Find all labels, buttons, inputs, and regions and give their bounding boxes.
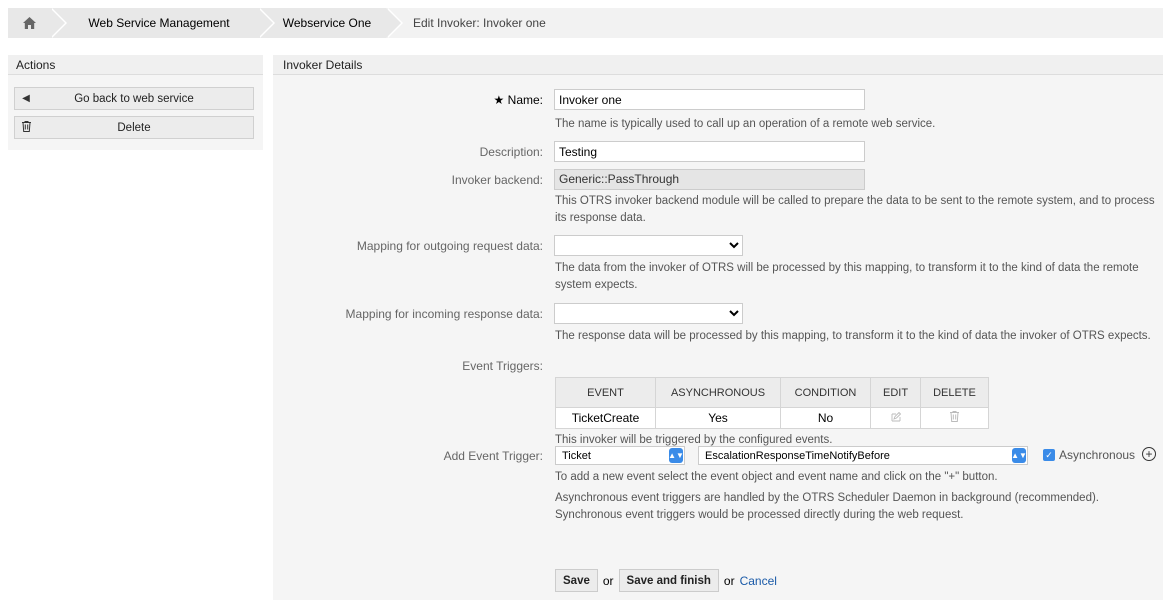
event-triggers-label: Event Triggers: [462, 359, 543, 373]
caret-left-icon: ◀ [22, 93, 30, 104]
event-name-value: EscalationResponseTimeNotifyBefore [705, 449, 890, 462]
trash-icon[interactable] [949, 411, 959, 425]
delete-label: Delete [117, 121, 151, 134]
table-row: TicketCreate Yes No [555, 407, 989, 429]
mapping-outgoing-help-line1: The data from the invoker of OTRS will b… [555, 262, 1139, 274]
async-help-line1: Asynchronous event triggers are handled … [555, 492, 1099, 504]
asynchronous-checkbox[interactable]: ✓ Asynchronous [1043, 448, 1135, 462]
breadcrumb-home[interactable] [8, 8, 67, 38]
backend-help-line2: its response data. [555, 212, 646, 224]
breadcrumb-web-service-management[interactable]: Web Service Management [50, 8, 275, 38]
add-event-trigger-label: Add Event Trigger: [443, 449, 543, 463]
column-header-delete: DELETE [920, 377, 989, 408]
column-header-asynchronous: ASYNCHRONOUS [655, 377, 781, 408]
add-event-help: To add a new event select the event obje… [555, 471, 998, 483]
breadcrumb: Web Service Management Webservice One Ed… [8, 8, 1163, 38]
breadcrumb-webservice-one[interactable]: Webservice One [258, 8, 403, 38]
event-triggers-table: EVENT ASYNCHRONOUS CONDITION EDIT DELETE… [555, 377, 989, 429]
chevron-updown-icon: ▲▼ [668, 448, 684, 463]
go-back-button[interactable]: ◀ Go back to web service [14, 87, 254, 110]
home-icon [22, 17, 36, 29]
description-label: Description: [479, 145, 543, 159]
save-and-finish-button[interactable]: Save and finish [618, 569, 719, 592]
name-help: The name is typically used to call up an… [555, 118, 936, 130]
column-header-event: EVENT [555, 377, 656, 408]
chevron-updown-icon: ▲▼ [1011, 448, 1027, 463]
edit-icon[interactable] [891, 411, 901, 425]
mapping-outgoing-select[interactable] [554, 235, 743, 256]
asynchronous-label: Asynchronous [1059, 448, 1136, 462]
backend-help-line1: This OTRS invoker backend module will be… [555, 195, 1155, 207]
table-header-row: EVENT ASYNCHRONOUS CONDITION EDIT DELETE [555, 377, 989, 408]
column-header-edit: EDIT [869, 377, 922, 408]
async-help-line2: Synchronous event triggers would be proc… [555, 509, 964, 521]
invoker-details-title: Invoker Details [273, 55, 1163, 75]
event-object-select[interactable]: Ticket ▲▼ [555, 446, 685, 465]
mapping-outgoing-label: Mapping for outgoing request data: [356, 239, 543, 253]
or-text: or [602, 573, 614, 588]
delete-cell[interactable] [920, 407, 989, 429]
form-actions: Save or Save and finish or Cancel [555, 569, 777, 592]
event-cell[interactable]: TicketCreate [555, 407, 656, 429]
mapping-outgoing-help-line2: system expects. [555, 279, 638, 291]
invoker-backend-value: Generic::PassThrough [554, 169, 865, 190]
or-text: or [723, 573, 735, 588]
asynchronous-cell: Yes [655, 407, 781, 429]
condition-cell: No [780, 407, 871, 429]
mapping-incoming-label: Mapping for incoming response data: [345, 307, 543, 321]
go-back-label: Go back to web service [74, 92, 194, 105]
event-object-value: Ticket [562, 449, 591, 462]
trash-icon [15, 120, 37, 135]
mapping-incoming-select[interactable] [554, 303, 743, 324]
mapping-incoming-help: The response data will be processed by t… [555, 330, 1151, 342]
add-event-icon[interactable]: + [1142, 447, 1156, 461]
invoker-details-panel: Invoker Details ★ Name: The name is typi… [273, 55, 1163, 600]
name-input[interactable] [554, 89, 865, 110]
edit-cell[interactable] [869, 407, 922, 429]
delete-button[interactable]: Delete [14, 116, 254, 139]
save-button[interactable]: Save [555, 569, 598, 592]
event-name-select[interactable]: EscalationResponseTimeNotifyBefore ▲▼ [698, 446, 1028, 465]
actions-title: Actions [8, 55, 263, 75]
required-icon: ★ [493, 93, 505, 107]
cancel-link[interactable]: Cancel [740, 574, 777, 588]
actions-panel: Actions ◀ Go back to web service Delete [8, 55, 263, 150]
column-header-condition: CONDITION [780, 377, 871, 408]
breadcrumb-current: Edit Invoker: Invoker one [413, 16, 546, 30]
name-label: ★ Name: [493, 93, 543, 107]
description-input[interactable] [554, 141, 865, 162]
checkmark-icon: ✓ [1043, 449, 1055, 461]
invoker-backend-label: Invoker backend: [451, 173, 543, 187]
